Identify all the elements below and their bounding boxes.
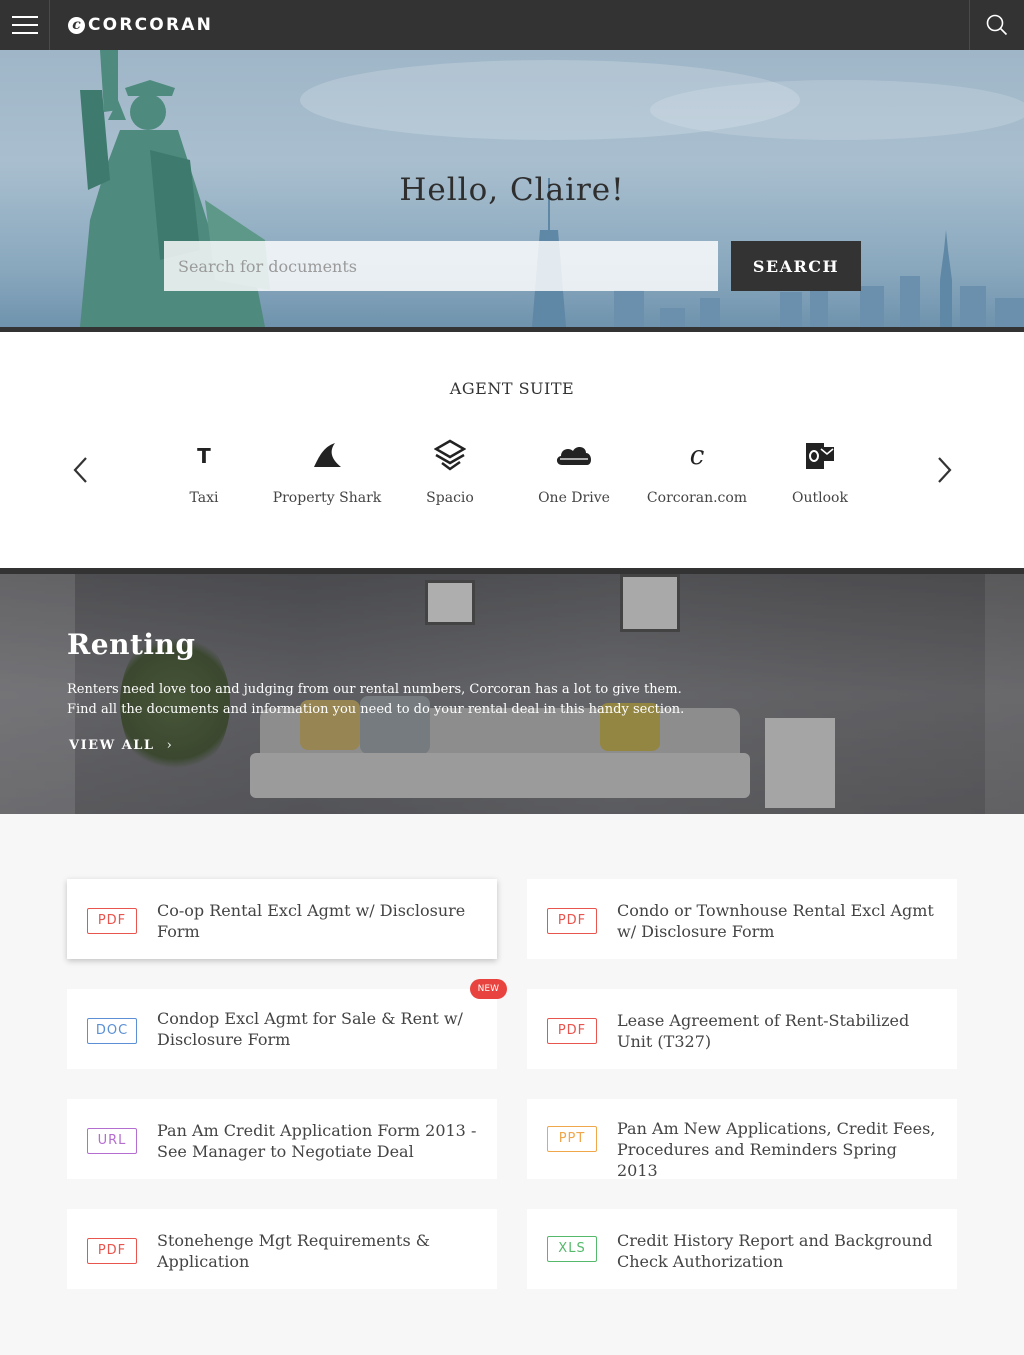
file-type-badge: PDF [87, 908, 137, 934]
document-title: Condop Excl Agmt for Sale & Rent w/ Disc… [157, 1009, 463, 1049]
hamburger-menu-icon[interactable] [0, 0, 50, 50]
app-taxi[interactable]: T Taxi [144, 439, 264, 519]
renting-banner: Renting Renters need love too and judgin… [0, 568, 1024, 814]
corcoran-logo[interactable]: c CORCORAN [68, 13, 213, 37]
file-type-badge: PPT [547, 1126, 597, 1152]
agent-suite-section: AGENT SUITE T Taxi Property Shark Spacio… [0, 332, 1024, 568]
document-card[interactable]: PDF Condo or Townhouse Rental Excl Agmt … [527, 879, 957, 959]
app-spacio[interactable]: Spacio [390, 439, 510, 519]
top-navigation-bar: c CORCORAN [0, 0, 1024, 50]
document-title: Co-op Rental Excl Agmt w/ Disclosure For… [157, 901, 466, 941]
renting-description: Renters need love too and judging from o… [67, 680, 707, 720]
view-all-link[interactable]: VIEW ALL › [69, 738, 173, 753]
search-icon[interactable] [969, 0, 1024, 50]
file-type-badge: PDF [547, 1018, 597, 1044]
document-card[interactable]: DOC Condop Excl Agmt for Sale & Rent w/ … [67, 979, 507, 1069]
svg-text:c: c [690, 441, 705, 471]
carousel-next-arrow-icon[interactable] [929, 452, 959, 488]
document-title: Condo or Townhouse Rental Excl Agmt w/ D… [617, 901, 934, 941]
document-card[interactable]: PPT Pan Am New Applications, Credit Fees… [527, 1099, 957, 1180]
file-type-badge: PDF [547, 908, 597, 934]
corcoran-c-icon: c [681, 439, 713, 471]
search-button[interactable]: SEARCH [731, 241, 861, 291]
document-card[interactable]: PDF Lease Agreement of Rent-Stabilized U… [527, 989, 957, 1069]
carousel-prev-arrow-icon[interactable] [66, 452, 96, 488]
greeting-heading: Hello, Claire! [399, 172, 625, 208]
shark-fin-icon [311, 439, 343, 471]
new-badge: NEW [469, 979, 507, 999]
file-type-badge: PDF [87, 1238, 137, 1264]
document-title: Stonehenge Mgt Requirements & Applicatio… [157, 1231, 431, 1271]
hero-banner: Hello, Claire! SEARCH [0, 50, 1024, 327]
spacio-icon [433, 439, 467, 471]
description-line: Renters need love too and judging from o… [67, 682, 682, 697]
app-label: Property Shark [272, 490, 382, 506]
renting-heading: Renting [67, 628, 196, 661]
document-card[interactable]: URL Pan Am Credit Application Form 2013 … [67, 1099, 497, 1179]
agent-suite-title: AGENT SUITE [449, 379, 575, 398]
app-outlook[interactable]: Outlook [760, 439, 880, 519]
document-title: Pan Am Credit Application Form 2013 - Se… [157, 1121, 477, 1161]
app-label: One Drive [538, 490, 610, 506]
document-card[interactable]: XLS Credit History Report and Background… [527, 1209, 957, 1289]
svg-text:T: T [197, 444, 211, 468]
document-title: Credit History Report and Background Che… [617, 1231, 933, 1271]
document-title: Lease Agreement of Rent-Stabilized Unit … [617, 1011, 910, 1051]
app-label: Spacio [426, 490, 474, 506]
logo-mark: c [68, 16, 85, 34]
document-search-input[interactable] [164, 241, 718, 291]
outlook-icon [804, 439, 836, 471]
document-card[interactable]: PDF Stonehenge Mgt Requirements & Applic… [67, 1209, 497, 1289]
app-one-drive[interactable]: One Drive [514, 439, 634, 519]
chevron-right-icon: › [166, 738, 174, 753]
app-property-shark[interactable]: Property Shark [267, 439, 387, 519]
app-label: Taxi [189, 490, 219, 506]
app-label: Corcoran.com [646, 490, 748, 506]
document-list: PDF Co-op Rental Excl Agmt w/ Disclosure… [0, 814, 1024, 1355]
description-line: Find all the documents and information y… [67, 702, 685, 717]
file-type-badge: DOC [87, 1018, 137, 1044]
document-title: Pan Am New Applications, Credit Fees, Pr… [617, 1119, 936, 1180]
document-card[interactable]: PDF Co-op Rental Excl Agmt w/ Disclosure… [67, 879, 497, 959]
app-label: Outlook [792, 490, 848, 506]
view-all-label: VIEW ALL [69, 738, 155, 753]
app-corcoran-com[interactable]: c Corcoran.com [637, 439, 757, 519]
cloud-icon [556, 439, 592, 471]
taxi-icon: T [188, 439, 220, 471]
file-type-badge: URL [87, 1128, 137, 1154]
file-type-badge: XLS [547, 1236, 597, 1262]
logo-text: CORCORAN [88, 15, 214, 35]
